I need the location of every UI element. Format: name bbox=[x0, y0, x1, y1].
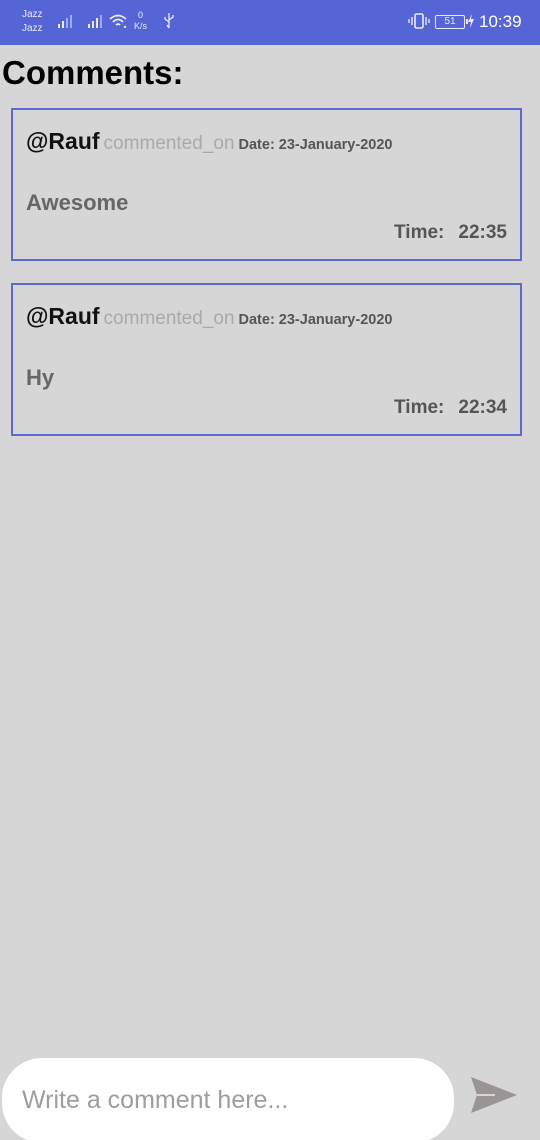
status-time: 10:39 bbox=[479, 12, 522, 31]
battery-level: 51 bbox=[444, 16, 456, 27]
page-title: Comments: bbox=[2, 54, 184, 91]
send-button[interactable] bbox=[462, 1068, 524, 1124]
comment-text: Awesome bbox=[26, 190, 129, 215]
send-icon bbox=[471, 1076, 517, 1113]
comment-time: Time: 22:35 bbox=[394, 222, 507, 244]
signal-2-icon bbox=[88, 15, 102, 28]
signal-1-icon bbox=[58, 15, 72, 28]
comment-date: Date: 23-January-2020 bbox=[238, 312, 393, 328]
comment-time-value: 22:34 bbox=[458, 397, 507, 418]
comment-action: commented_on bbox=[103, 133, 235, 154]
comment-date: Date: 23-January-2020 bbox=[238, 137, 393, 153]
wifi-icon bbox=[109, 14, 127, 29]
net-speed-value: 0 bbox=[138, 10, 144, 20]
comment-header: @Rauf commented_on Date: 23-January-2020 bbox=[26, 303, 392, 330]
comment-text: Hy bbox=[26, 365, 55, 390]
carrier-1: Jazz bbox=[22, 9, 43, 20]
net-speed-unit: K/s bbox=[134, 21, 148, 31]
comment-time-label: Time: bbox=[394, 222, 445, 243]
comment-card: @Rauf commented_on Date: 23-January-2020 A… bbox=[11, 108, 522, 261]
usb-icon bbox=[164, 13, 174, 29]
comment-input[interactable] bbox=[2, 1058, 454, 1140]
comment-header: @Rauf commented_on Date: 23-January-2020 bbox=[26, 128, 392, 155]
charging-icon bbox=[468, 14, 474, 28]
comment-card: @Rauf commented_on Date: 23-January-2020 H… bbox=[11, 283, 522, 436]
status-bar: Jazz Jazz 0 K/s 51 10:39 bbox=[0, 0, 540, 45]
comment-time-value: 22:35 bbox=[458, 222, 507, 243]
comment-username[interactable]: @Rauf bbox=[26, 303, 100, 329]
vibrate-icon bbox=[408, 13, 430, 29]
carrier-names: Jazz Jazz bbox=[22, 8, 43, 36]
carrier-2: Jazz bbox=[22, 23, 43, 34]
comment-time: Time: 22:34 bbox=[394, 397, 507, 419]
net-speed: 0 K/s bbox=[134, 10, 147, 32]
screen: Jazz Jazz 0 K/s 51 10:39 Comments: @Rauf… bbox=[0, 0, 540, 1140]
battery-icon: 51 bbox=[435, 15, 468, 29]
comment-time-label: Time: bbox=[394, 397, 445, 418]
comment-action: commented_on bbox=[103, 308, 235, 329]
comment-username[interactable]: @Rauf bbox=[26, 128, 100, 154]
